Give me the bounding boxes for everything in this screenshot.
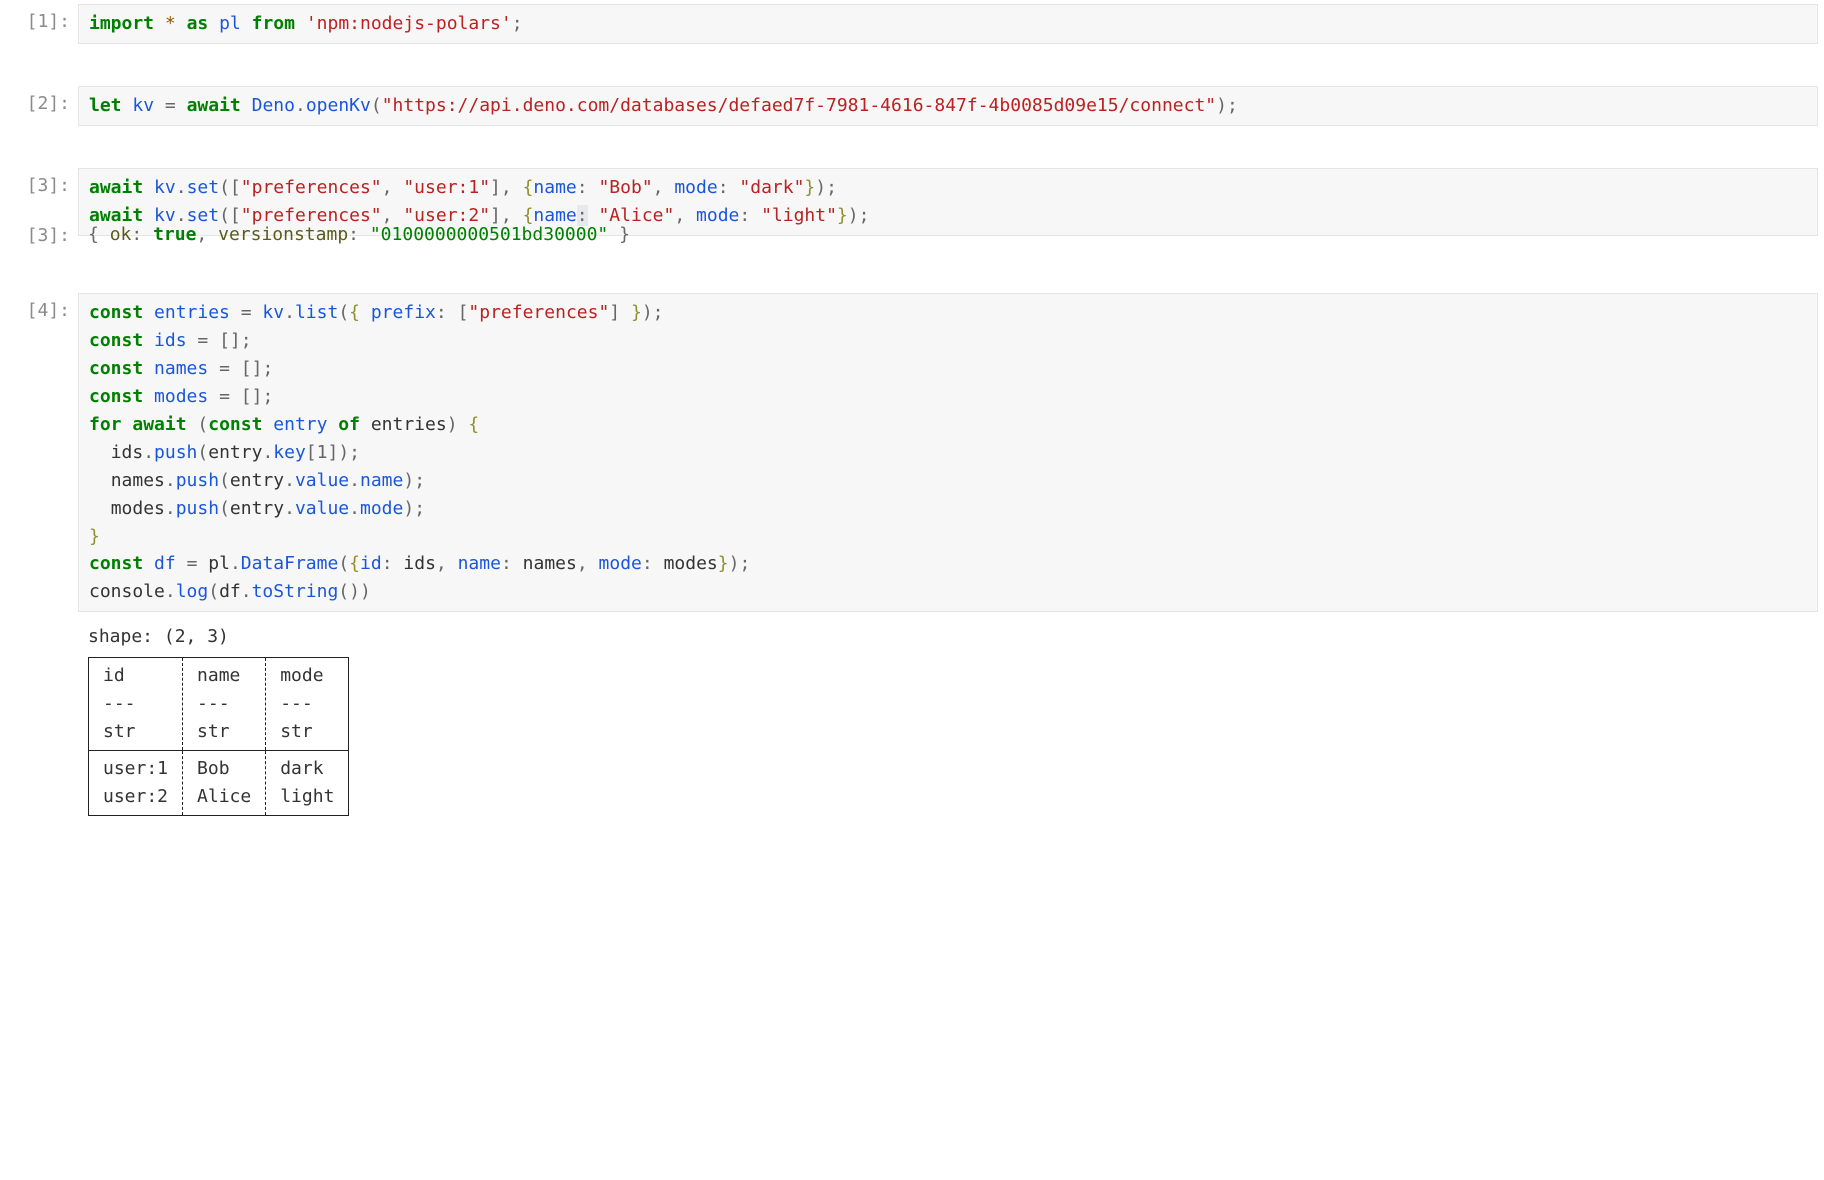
cell-1-code[interactable]: import * as pl from 'npm:nodejs-polars';: [78, 4, 1818, 44]
cell-4-output-content: shape: (2, 3) id --- str name --- str mo…: [78, 620, 1818, 874]
df-shape: shape: (2, 3): [88, 623, 1808, 651]
cell-1-prompt: [1]:: [0, 4, 78, 36]
df-cell-mode: dark light: [266, 750, 349, 815]
df-col-mode: mode --- str: [266, 658, 349, 751]
cell-1: [1]: import * as pl from 'npm:nodejs-pol…: [0, 4, 1824, 44]
cell-4-input: [4]: const entries = kv.list({ prefix: […: [0, 293, 1824, 612]
cell-2: [2]: let kv = await Deno.openKv("https:/…: [0, 86, 1824, 126]
cell-3-output-prompt: [3]:: [0, 218, 78, 250]
cell-4-prompt: [4]:: [0, 293, 78, 325]
cell-4-code[interactable]: const entries = kv.list({ prefix: ["pref…: [78, 293, 1818, 612]
cell-3-output-text: { ok: true, versionstamp: "0100000000501…: [78, 218, 1818, 252]
dataframe-table: id --- str name --- str mode --- str use…: [88, 657, 349, 815]
cell-2-code[interactable]: let kv = await Deno.openKv("https://api.…: [78, 86, 1818, 126]
cell-4-output-prompt: [0, 620, 78, 624]
cell-4-output: shape: (2, 3) id --- str name --- str mo…: [0, 620, 1824, 874]
df-cell-name: Bob Alice: [183, 750, 266, 815]
cell-3-prompt: [3]:: [0, 168, 78, 200]
cell-2-prompt: [2]:: [0, 86, 78, 118]
df-col-id: id --- str: [89, 658, 183, 751]
df-data-row: user:1 user:2 Bob Alice dark light: [89, 750, 349, 815]
df-header-row: id --- str name --- str mode --- str: [89, 658, 349, 751]
df-cell-id: user:1 user:2: [89, 750, 183, 815]
cell-3-output: [3]: { ok: true, versionstamp: "01000000…: [0, 218, 1824, 252]
df-col-name: name --- str: [183, 658, 266, 751]
